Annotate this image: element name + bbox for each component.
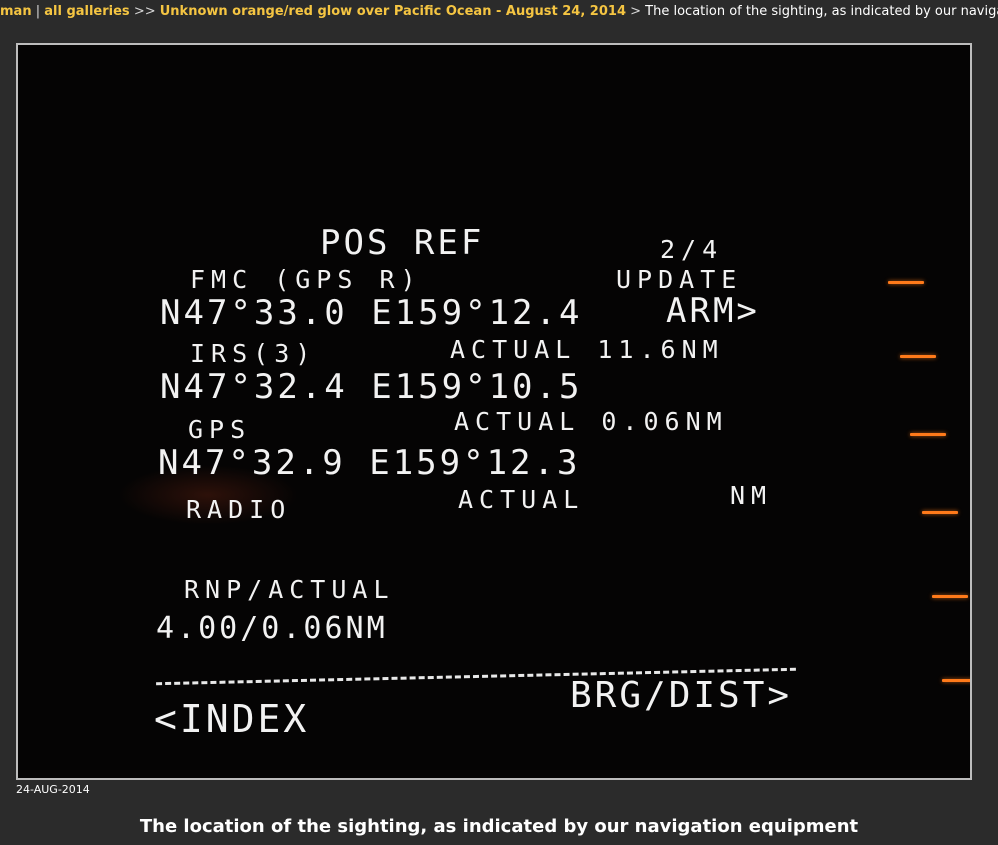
breadcrumb-gallery-link[interactable]: Unknown orange/red glow over Pacific Oce… <box>160 4 626 19</box>
line-select-key-3 <box>910 433 946 436</box>
breadcrumb-owner-link[interactable]: man <box>0 4 32 19</box>
breadcrumb-all-galleries-link[interactable]: all galleries <box>44 4 129 19</box>
breadcrumb-separator: > <box>626 4 646 19</box>
cdu-title: POS REF <box>320 223 485 263</box>
breadcrumb-separator: | <box>31 4 45 19</box>
cdu-gps-actual: ACTUAL 0.06NM <box>454 407 728 436</box>
cdu-irs-label: IRS(3) <box>190 339 317 368</box>
cdu-brg-dist: BRG/DIST> <box>570 675 793 716</box>
cdu-screen: POS REF 2/4 FMC (GPS R) UPDATE N47°33.0 … <box>18 45 970 778</box>
cdu-fmc-label: FMC (GPS R) <box>190 265 422 294</box>
line-select-key-1 <box>888 281 924 284</box>
cdu-update-label: UPDATE <box>616 265 743 294</box>
line-select-key-4 <box>922 511 958 514</box>
cdu-gps-label: GPS <box>188 415 252 444</box>
photo-date: 24-AUG-2014 <box>16 783 90 796</box>
cdu-rnp-value: 4.00/0.06NM <box>156 611 388 646</box>
cdu-index: <INDEX <box>154 697 310 741</box>
line-select-key-2 <box>900 355 936 358</box>
cdu-irs-position: N47°32.4 E159°10.5 <box>160 367 583 407</box>
breadcrumb: man | all galleries >> Unknown orange/re… <box>0 0 998 24</box>
cdu-arm: ARM> <box>666 291 760 331</box>
cdu-page: 2/4 <box>660 235 724 264</box>
cdu-rnp-label: RNP/ACTUAL <box>184 575 395 604</box>
cdu-fmc-position: N47°33.0 E159°12.4 <box>160 293 583 333</box>
photo-caption: The location of the sighting, as indicat… <box>139 816 859 837</box>
cdu-radio-actual: ACTUAL <box>458 485 585 514</box>
cdu-gps-position: N47°32.9 E159°12.3 <box>158 443 581 483</box>
cdu-irs-actual: ACTUAL 11.6NM <box>450 335 724 364</box>
line-select-key-5 <box>932 595 968 598</box>
breadcrumb-current: The location of the sighting, as indicat… <box>645 4 998 19</box>
line-select-key-6 <box>942 679 970 682</box>
photo[interactable]: POS REF 2/4 FMC (GPS R) UPDATE N47°33.0 … <box>16 43 972 780</box>
cdu-radio-nm: NM <box>730 481 773 510</box>
cdu-radio-label: RADIO <box>186 495 292 524</box>
breadcrumb-separator: >> <box>129 4 160 19</box>
